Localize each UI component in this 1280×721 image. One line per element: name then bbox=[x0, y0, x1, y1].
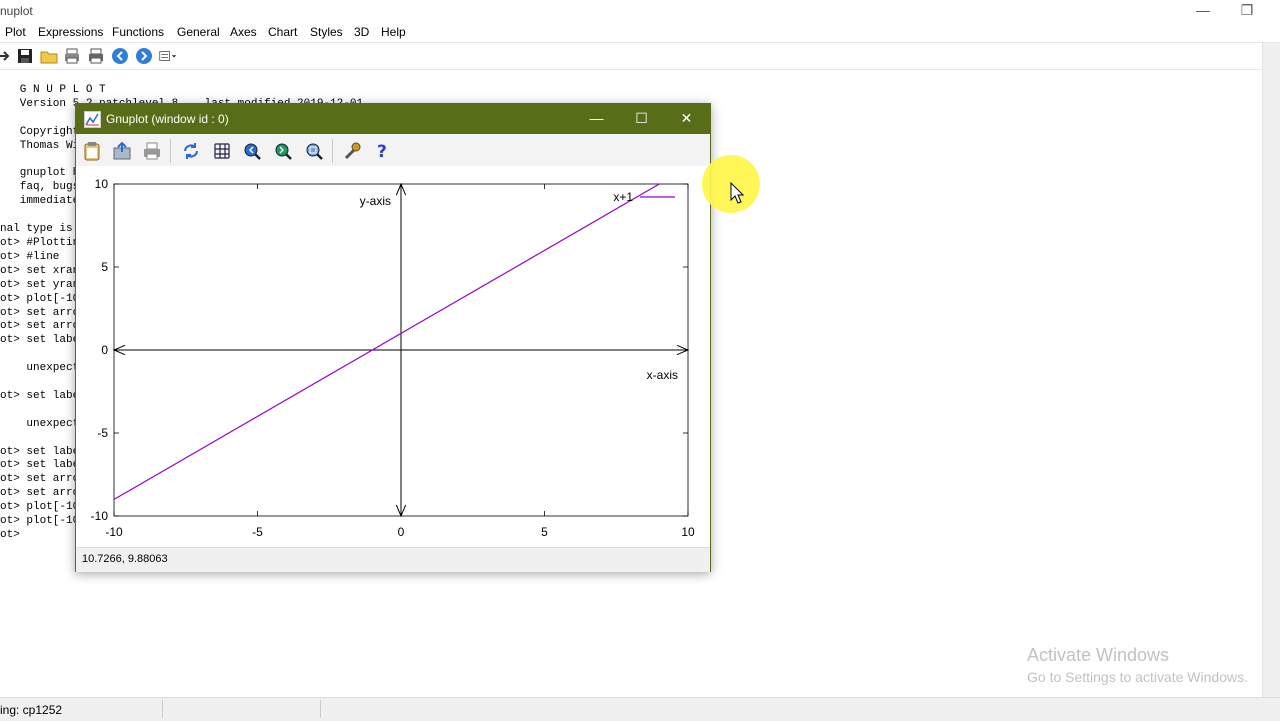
gnuplot-window: Gnuplot (window id : 0) — ☐ ✕ ? -10 -5 0 5 1… bbox=[75, 103, 711, 572]
menu-expressions[interactable]: Expressions bbox=[38, 25, 103, 39]
mouse-coordinates: 10.7266, 9.88063 bbox=[82, 553, 168, 565]
gnuplot-status-bar: 10.7266, 9.88063 bbox=[76, 547, 710, 572]
legend-label: x+1 bbox=[613, 190, 633, 204]
console-scrollbar[interactable] bbox=[1262, 43, 1280, 697]
menu-help[interactable]: Help bbox=[381, 25, 406, 39]
gnuplot-title-bar[interactable]: Gnuplot (window id : 0) — ☐ ✕ bbox=[76, 104, 710, 134]
activation-watermark-title: Activate Windows bbox=[1027, 645, 1170, 665]
main-restore-button[interactable]: ❐ bbox=[1224, 0, 1270, 22]
gnuplot-close-button[interactable]: ✕ bbox=[664, 104, 709, 134]
gnuplot-window-title: Gnuplot (window id : 0) bbox=[106, 112, 229, 126]
menu-styles[interactable]: Styles bbox=[310, 25, 343, 39]
menu-bar: Plot Expressions Functions General Axes … bbox=[0, 22, 1280, 43]
x-tick-label: 5 bbox=[541, 525, 548, 539]
print-setup-icon[interactable] bbox=[87, 47, 105, 65]
gnuplot-print-icon[interactable] bbox=[142, 141, 162, 161]
gnuplot-minimize-button[interactable]: — bbox=[574, 104, 619, 134]
line-chart[interactable]: -10 -5 0 5 10 -10 -5 0 5 10 y-axis x-axis x+1 bbox=[76, 166, 710, 544]
y-tick-label: 0 bbox=[101, 343, 108, 357]
main-window-title: nuplot bbox=[0, 4, 33, 18]
export-icon[interactable] bbox=[112, 141, 132, 161]
y-tick-label: -10 bbox=[91, 509, 109, 523]
forward-icon[interactable] bbox=[135, 47, 153, 65]
help-question-icon[interactable]: ? bbox=[372, 141, 392, 161]
menu-plot[interactable]: Plot bbox=[5, 25, 26, 39]
status-divider bbox=[320, 700, 321, 718]
options-dropdown-icon[interactable] bbox=[159, 47, 177, 65]
toolbar-separator bbox=[332, 139, 333, 163]
open-arrow-icon[interactable] bbox=[0, 47, 14, 65]
gnuplot-plot-area[interactable]: -10 -5 0 5 10 -10 -5 0 5 10 y-axis x-axis x+1 bbox=[76, 166, 710, 544]
menu-3d[interactable]: 3D bbox=[354, 25, 369, 39]
replot-icon[interactable] bbox=[181, 141, 201, 161]
series-line bbox=[114, 184, 660, 500]
menu-chart[interactable]: Chart bbox=[268, 25, 297, 39]
encoding-status: ing: cp1252 bbox=[0, 703, 63, 717]
console-line: G N U P L O T bbox=[0, 84, 106, 96]
zoom-previous-icon[interactable] bbox=[242, 141, 262, 161]
menu-functions[interactable]: Functions bbox=[112, 25, 164, 39]
main-toolbar bbox=[0, 43, 1280, 70]
grid-icon[interactable] bbox=[212, 141, 232, 161]
x-tick-label: -5 bbox=[252, 525, 263, 539]
open-folder-icon[interactable] bbox=[40, 47, 58, 65]
x-axis-label: x-axis bbox=[647, 368, 678, 382]
x-tick-label: 10 bbox=[681, 525, 695, 539]
gnuplot-maximize-button[interactable]: ☐ bbox=[619, 104, 664, 134]
gnuplot-app-icon bbox=[84, 111, 101, 128]
toolbar-separator bbox=[170, 139, 171, 163]
menu-general[interactable]: General bbox=[177, 25, 220, 39]
y-tick-label: 5 bbox=[101, 260, 108, 274]
y-tick-label: -5 bbox=[97, 426, 108, 440]
menu-axes[interactable]: Axes bbox=[230, 25, 257, 39]
main-minimize-button[interactable]: — bbox=[1180, 0, 1226, 22]
back-icon[interactable] bbox=[111, 47, 129, 65]
x-tick-label: -10 bbox=[105, 525, 123, 539]
y-tick-label: 10 bbox=[95, 177, 109, 191]
gnuplot-toolbar: ? bbox=[76, 134, 710, 167]
zoom-next-icon[interactable] bbox=[273, 141, 293, 161]
mouse-pointer-icon bbox=[730, 182, 744, 204]
x-tick-label: 0 bbox=[398, 525, 405, 539]
main-status-bar: ing: cp1252 bbox=[0, 697, 1280, 721]
y-axis-label: y-axis bbox=[360, 194, 391, 208]
clipboard-icon[interactable] bbox=[82, 141, 102, 161]
configuration-wrench-icon[interactable] bbox=[342, 141, 362, 161]
svg-text:?: ? bbox=[377, 142, 387, 161]
save-icon[interactable] bbox=[16, 47, 34, 65]
main-title-bar: nuplot — ❐ bbox=[0, 0, 1280, 22]
activation-watermark-text: Go to Settings to activate Windows. bbox=[1027, 669, 1248, 685]
print-icon[interactable] bbox=[63, 47, 81, 65]
status-divider bbox=[162, 700, 163, 718]
autoscale-icon[interactable] bbox=[304, 141, 324, 161]
